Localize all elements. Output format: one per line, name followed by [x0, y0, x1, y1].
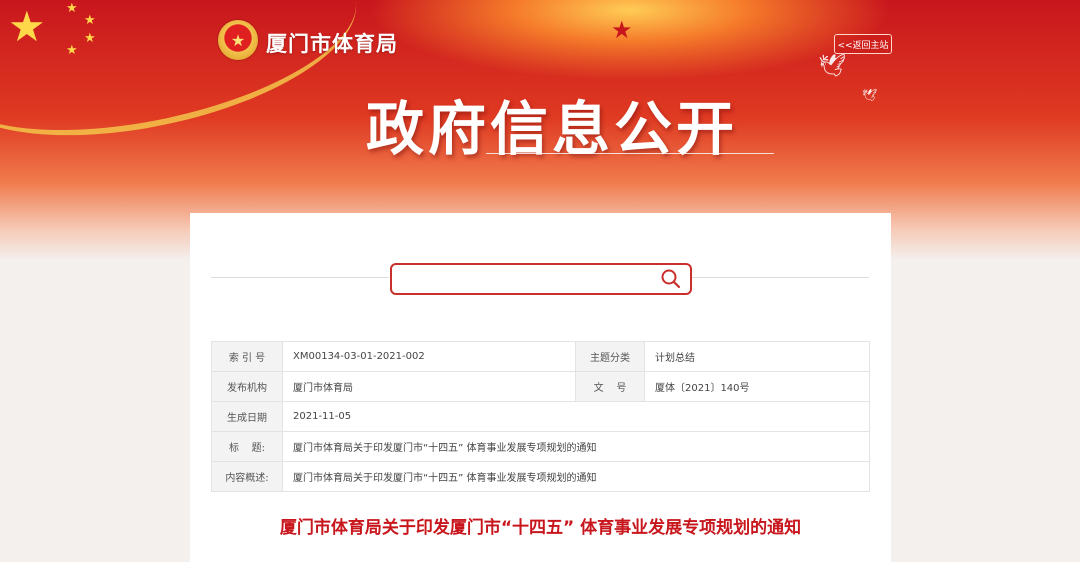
date-label: 生成日期 — [211, 401, 283, 432]
table-row: 生成日期 2021-11-05 — [211, 401, 870, 432]
small-star-icon: ★ — [66, 1, 78, 16]
publisher-label: 发布机构 — [211, 371, 283, 402]
small-star-icon: ★ — [84, 13, 96, 28]
category-value: 计划总结 — [644, 341, 870, 372]
title-label: 标 题: — [211, 431, 283, 462]
docno-value: 厦体〔2021〕140号 — [644, 371, 870, 402]
national-emblem-icon: ★ — [218, 20, 258, 60]
index-label: 索 引 号 — [211, 341, 283, 372]
docno-label: 文 号 — [575, 371, 645, 402]
dove-icon: 🕊 — [818, 54, 846, 79]
content-panel: 索 引 号 XM00134-03-01-2021-002 主题分类 计划总结 发… — [190, 213, 891, 562]
index-value: XM00134-03-01-2021-002 — [282, 341, 576, 372]
site-name: 厦门市体育局 — [266, 32, 398, 56]
large-star-icon: ★ — [8, 2, 46, 51]
search-box — [390, 263, 692, 295]
table-row: 索 引 号 XM00134-03-01-2021-002 主题分类 计划总结 — [211, 341, 870, 372]
info-table: 索 引 号 XM00134-03-01-2021-002 主题分类 计划总结 发… — [211, 341, 870, 492]
divider-line — [691, 277, 869, 278]
table-row: 内容概述: 厦门市体育局关于印发厦门市“十四五” 体育事业发展专项规划的通知 — [211, 461, 870, 492]
hero-underline — [486, 153, 774, 154]
title-value: 厦门市体育局关于印发厦门市“十四五” 体育事业发展专项规划的通知 — [282, 431, 870, 462]
document-title: 厦门市体育局关于印发厦门市“十四五” 体育事业发展专项规划的通知 — [279, 518, 802, 538]
table-row: 标 题: 厦门市体育局关于印发厦门市“十四五” 体育事业发展专项规划的通知 — [211, 431, 870, 462]
category-label: 主题分类 — [575, 341, 645, 372]
small-star-icon: ★ — [84, 31, 96, 46]
back-to-main-site-link[interactable]: <<返回主站 — [834, 34, 892, 54]
center-star-icon: ★ — [611, 16, 633, 44]
dove-icon: 🕊 — [862, 88, 878, 102]
divider-line — [211, 277, 389, 278]
date-value: 2021-11-05 — [282, 401, 870, 432]
search-icon[interactable] — [660, 268, 682, 290]
publisher-value: 厦门市体育局 — [282, 371, 576, 402]
summary-value: 厦门市体育局关于印发厦门市“十四五” 体育事业发展专项规划的通知 — [282, 461, 870, 492]
golden-ribbon — [0, 0, 373, 168]
summary-label: 内容概述: — [211, 461, 283, 492]
small-star-icon: ★ — [66, 43, 78, 58]
table-row: 发布机构 厦门市体育局 文 号 厦体〔2021〕140号 — [211, 371, 870, 402]
search-input[interactable] — [400, 269, 654, 291]
